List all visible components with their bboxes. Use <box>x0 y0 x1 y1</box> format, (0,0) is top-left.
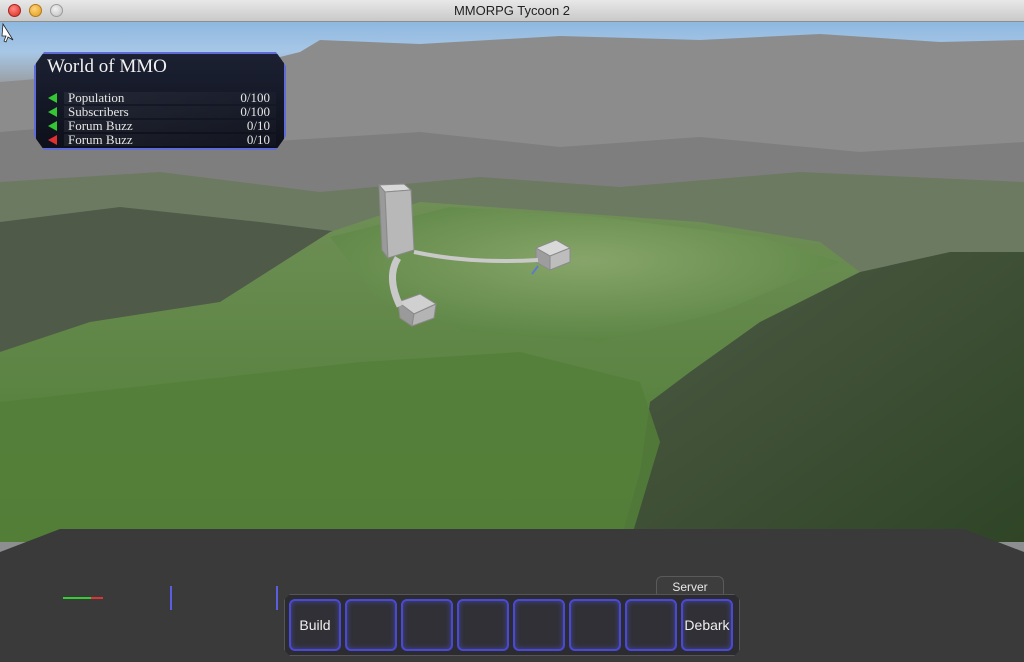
trend-up-icon <box>48 107 57 117</box>
pointer-cursor-icon <box>1 22 14 43</box>
hud-divider <box>170 586 172 610</box>
toolbar-slot-empty[interactable] <box>401 599 453 651</box>
world-stats-panel: World of MMO Population 0/100 Subscriber… <box>34 52 286 150</box>
mini-health-bar <box>63 597 103 599</box>
toolbar-slot-empty[interactable] <box>513 599 565 651</box>
window-titlebar: MMORPG Tycoon 2 <box>0 0 1024 22</box>
hud-divider <box>276 586 278 610</box>
toolbar-slot-empty[interactable] <box>457 599 509 651</box>
stat-row-forum-buzz: Forum Buzz 0/10 <box>44 118 276 133</box>
stat-row-population: Population 0/100 <box>44 90 276 105</box>
tab-server[interactable]: Server <box>656 576 724 596</box>
stat-row-forum-buzz-2: Forum Buzz 0/10 <box>44 132 276 147</box>
window-title: MMORPG Tycoon 2 <box>453 3 571 18</box>
world-name: World of MMO <box>47 56 167 77</box>
toolbar-slot-empty[interactable] <box>625 599 677 651</box>
trend-up-icon <box>48 93 57 103</box>
toolbar-slot-empty[interactable] <box>569 599 621 651</box>
action-toolbar: Build Debark <box>284 594 740 656</box>
trend-up-icon <box>48 121 57 131</box>
build-button[interactable]: Build <box>289 599 341 651</box>
trend-down-icon <box>48 135 57 145</box>
stat-row-subscribers: Subscribers 0/100 <box>44 104 276 119</box>
debark-button[interactable]: Debark <box>681 599 733 651</box>
toolbar-slot-empty[interactable] <box>345 599 397 651</box>
